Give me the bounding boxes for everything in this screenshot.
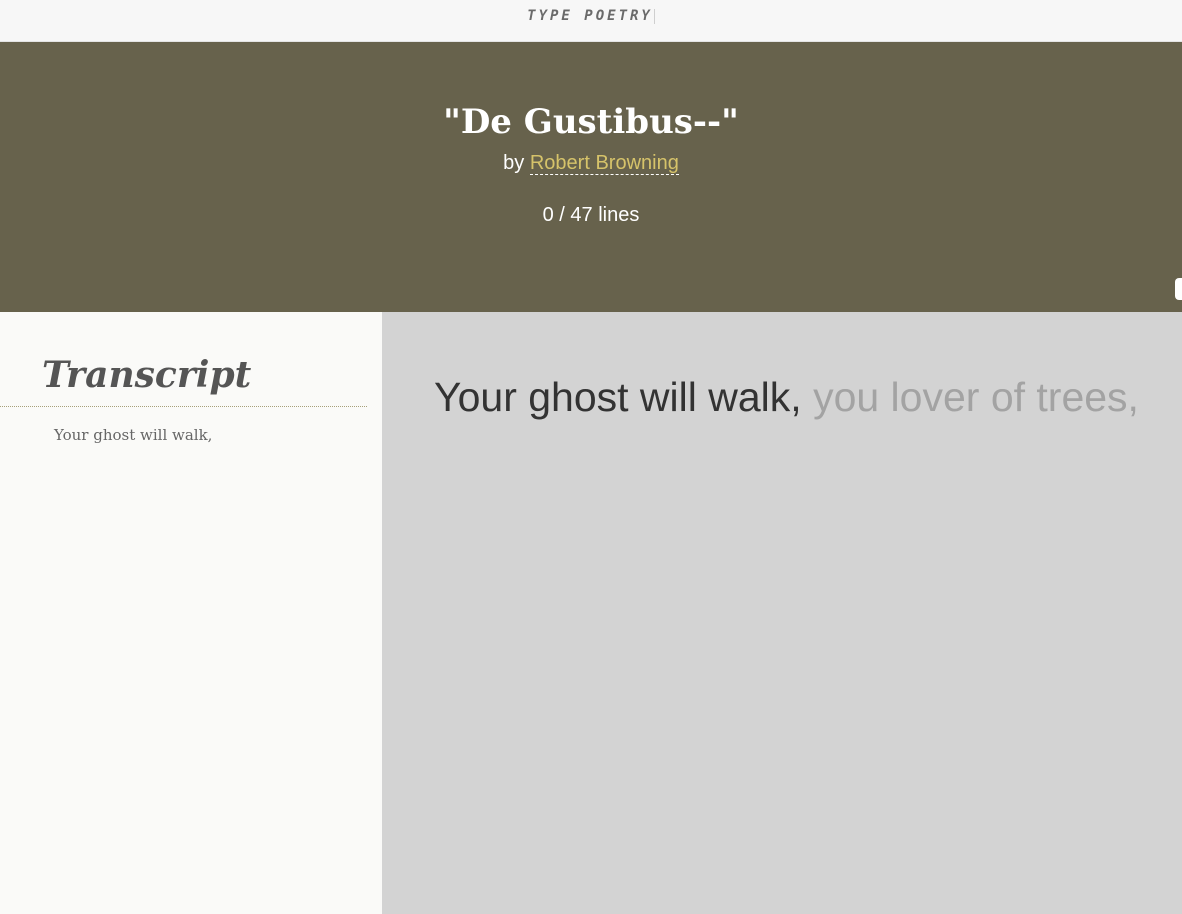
typed-text: Your ghost will walk, bbox=[434, 374, 814, 420]
divider bbox=[0, 406, 367, 407]
typing-area[interactable]: Your ghost will walk, you lover of trees… bbox=[382, 312, 1182, 914]
poem-title: "De Gustibus--" bbox=[443, 102, 739, 142]
line-progress: 0 / 47 lines bbox=[542, 204, 640, 226]
untyped-text: you lover of trees, bbox=[813, 374, 1139, 420]
author-link[interactable]: Robert Browning bbox=[529, 152, 679, 175]
current-poem-line: Your ghost will walk, you lover of trees… bbox=[434, 374, 1139, 421]
top-bar: TYPE POETRY bbox=[0, 0, 1182, 42]
transcript-panel: Transcript Your ghost will walk, bbox=[0, 312, 382, 914]
brand-text: TYPE POETRY bbox=[527, 8, 653, 24]
transcript-title: Transcript bbox=[42, 354, 252, 396]
transcript-line: Your ghost will walk, bbox=[54, 426, 213, 444]
byline: by Robert Browning bbox=[0, 152, 1182, 175]
poem-header: "De Gustibus--" by Robert Browning 0 / 4… bbox=[0, 42, 1182, 312]
text-cursor bbox=[653, 8, 655, 24]
side-toggle-handle[interactable] bbox=[1175, 278, 1182, 300]
brand-logo[interactable]: TYPE POETRY bbox=[0, 8, 1182, 24]
by-prefix: by bbox=[503, 152, 525, 174]
